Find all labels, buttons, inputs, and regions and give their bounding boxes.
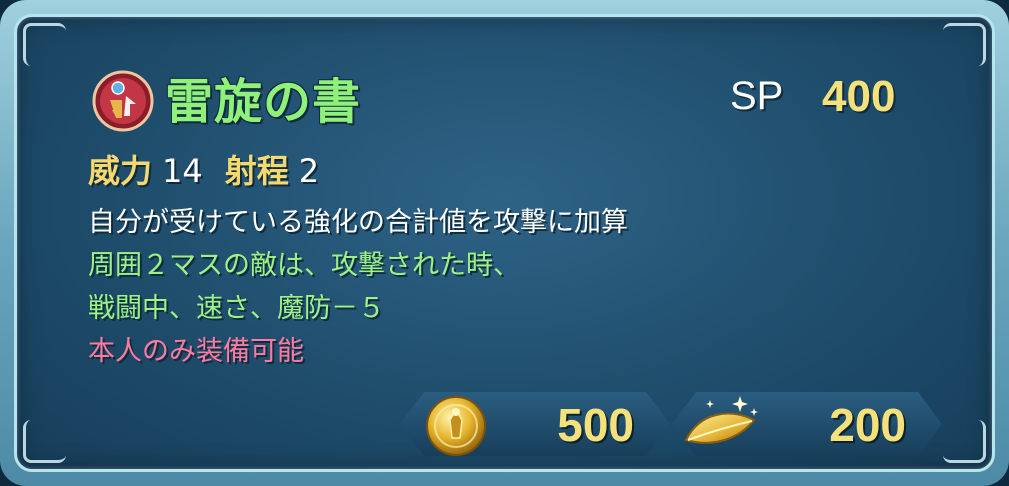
skill-name: 雷旋の書 (165, 74, 362, 130)
sp-value: 400 (822, 72, 896, 121)
effect-description-line: 周囲２マスの敵は、攻撃された時、 (88, 250, 520, 281)
frame-ornament (23, 23, 66, 66)
might-value: 14 (162, 152, 203, 190)
golden-leaf-icon (680, 390, 764, 458)
weapon-stats: 威力 14 射程 2 (88, 146, 341, 192)
range-value: 2 (298, 152, 320, 190)
effect-description-line: 自分が受けている強化の合計値を攻撃に加算 (88, 207, 628, 238)
exclusive-restriction: 本人のみ装備可能 (88, 336, 304, 367)
coin-cost-bar: 500 (400, 392, 670, 456)
range-label: 射程 (224, 152, 289, 190)
sp-label: SP (730, 74, 784, 118)
feather-cost-value: 200 (829, 399, 906, 451)
frame-ornament (23, 420, 66, 463)
weapon-skill-icon (92, 70, 154, 132)
skill-card-frame: 雷旋の書 SP 400 威力 14 射程 2 自分が受けている強化の合計値を攻撃に加算… (0, 0, 1009, 486)
coin-cost-value: 500 (557, 399, 634, 451)
frame-ornament (943, 23, 986, 66)
gold-coin-icon (422, 390, 490, 458)
might-label: 威力 (88, 152, 153, 190)
frame-ornament (943, 420, 986, 463)
feather-cost-bar: 200 (672, 392, 942, 456)
effect-description-line: 戦闘中、速さ、魔防－５ (88, 293, 385, 324)
